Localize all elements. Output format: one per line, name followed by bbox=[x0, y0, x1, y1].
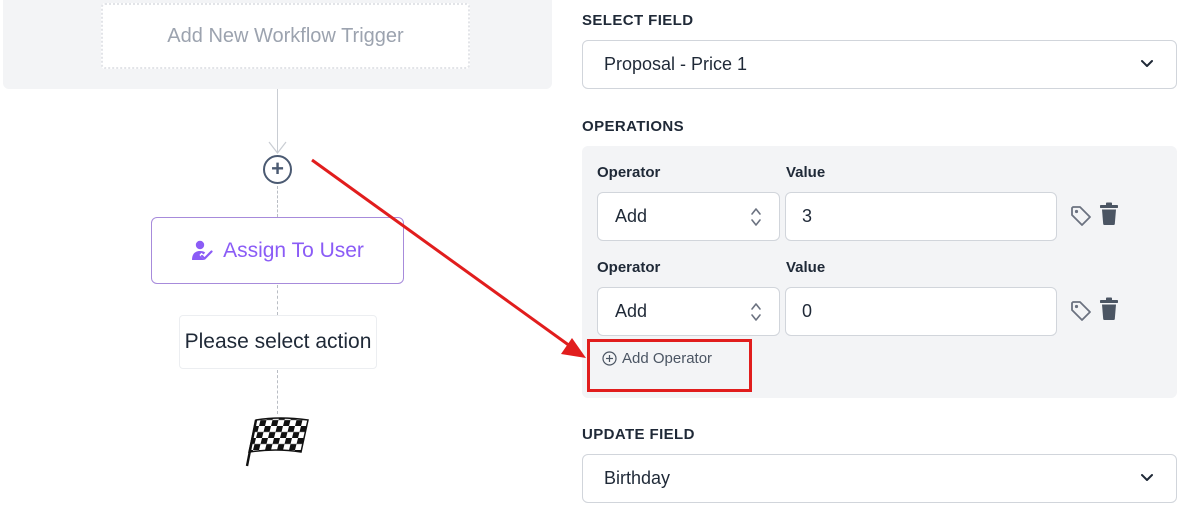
connector-line bbox=[277, 186, 278, 217]
value-label: Value bbox=[786, 164, 826, 181]
update-field-value: Birthday bbox=[604, 468, 671, 488]
trash-icon[interactable] bbox=[1099, 297, 1119, 321]
updown-chevron-icon bbox=[751, 208, 761, 226]
connector-arrowhead-icon bbox=[268, 141, 287, 154]
connector-line bbox=[277, 285, 278, 315]
add-workflow-trigger-button[interactable]: Add New Workflow Trigger bbox=[101, 3, 470, 69]
action-settings-panel: SELECT FIELD Proposal - Price 1 OPERATIO… bbox=[552, 0, 1194, 506]
operator-label: Operator bbox=[597, 164, 661, 181]
value-input[interactable]: 3 bbox=[785, 192, 1057, 241]
value-input[interactable]: 0 bbox=[785, 287, 1057, 336]
chevron-down-icon bbox=[1141, 474, 1153, 481]
workflow-canvas: Add New Workflow Trigger + Assign To Use… bbox=[0, 0, 552, 506]
select-field-dropdown[interactable]: Proposal - Price 1 bbox=[582, 40, 1177, 89]
connector-line bbox=[277, 370, 278, 414]
operator-label: Operator bbox=[597, 259, 661, 276]
plus-icon: + bbox=[271, 155, 284, 181]
value-label: Value bbox=[786, 259, 826, 276]
add-step-button[interactable]: + bbox=[263, 155, 292, 184]
user-check-icon bbox=[192, 240, 213, 260]
tag-icon[interactable] bbox=[1069, 204, 1093, 228]
assign-node-label: Assign To User bbox=[223, 238, 364, 262]
operator-select[interactable]: Add bbox=[597, 287, 780, 336]
trash-icon[interactable] bbox=[1099, 202, 1119, 226]
operations-label: OPERATIONS bbox=[582, 118, 685, 135]
select-field-value: Proposal - Price 1 bbox=[604, 54, 748, 74]
finish-flag-icon bbox=[245, 417, 309, 467]
select-field-label: SELECT FIELD bbox=[582, 12, 694, 29]
operator-select-value: Add bbox=[615, 206, 648, 226]
update-field-label: UPDATE FIELD bbox=[582, 426, 695, 443]
operator-select-value: Add bbox=[615, 301, 648, 321]
update-field-dropdown[interactable]: Birthday bbox=[582, 454, 1177, 503]
annotation-highlight-box bbox=[587, 339, 752, 392]
assign-to-user-node[interactable]: Assign To User bbox=[151, 217, 404, 284]
chevron-down-icon bbox=[1141, 60, 1153, 67]
operator-select[interactable]: Add bbox=[597, 192, 780, 241]
select-action-node[interactable]: Please select action bbox=[179, 315, 377, 369]
tag-icon[interactable] bbox=[1069, 299, 1093, 323]
updown-chevron-icon bbox=[751, 303, 761, 321]
trigger-panel: Add New Workflow Trigger bbox=[3, 0, 552, 89]
